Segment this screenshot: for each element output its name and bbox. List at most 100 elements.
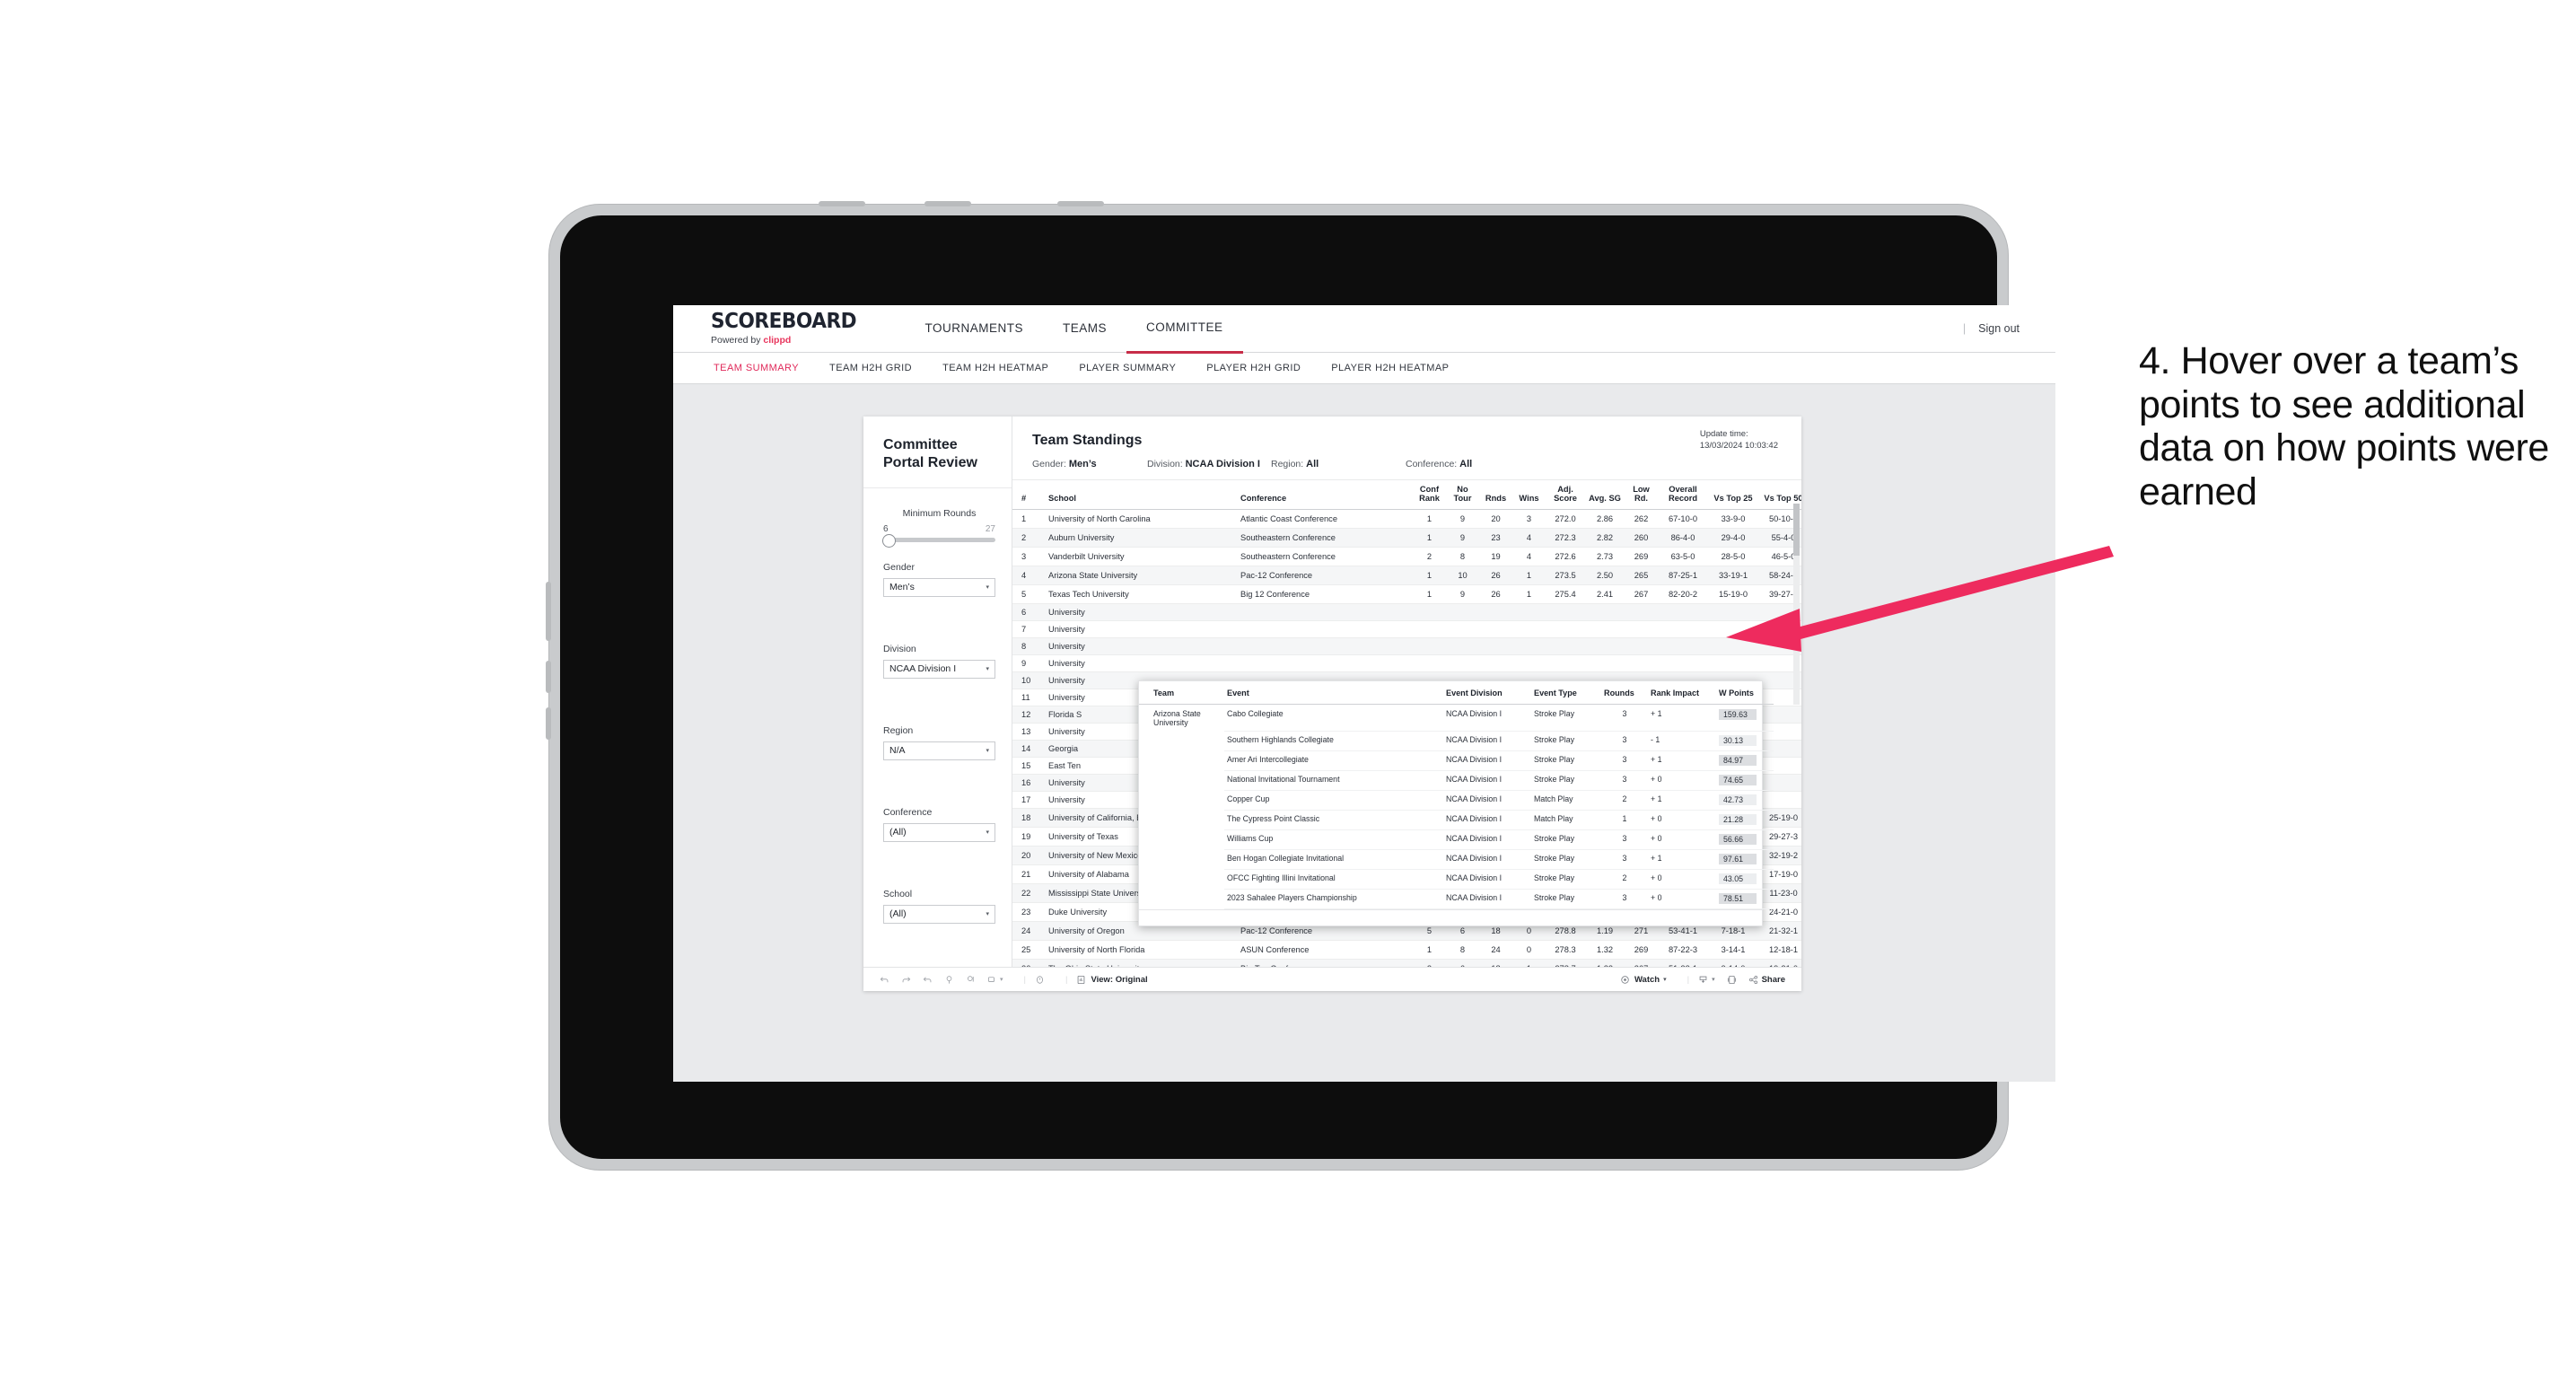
gender-select[interactable]: Men’s ▾ [883, 577, 995, 597]
cell-overall: 87-22-3 [1658, 940, 1708, 960]
device-layout-icon[interactable]: ▾ [987, 975, 1003, 985]
tooltip-row: The Cypress Point Classic NCAA Division I… [1139, 810, 1774, 830]
tab-team-h2h-grid[interactable]: TEAM H2H GRID [814, 363, 927, 373]
undo-icon[interactable] [880, 975, 889, 985]
tab-team-summary[interactable]: TEAM SUMMARY [698, 363, 814, 373]
cell-adj-score: 275.4 [1546, 584, 1585, 604]
cell-conf-rank [1413, 603, 1446, 621]
region-select[interactable]: N/A ▾ [883, 741, 995, 760]
tooltip-cell-team [1139, 750, 1224, 770]
cell-wins: 1 [1512, 584, 1546, 604]
table-row[interactable]: 4 Arizona State University Pac-12 Conferen… [1012, 566, 1801, 585]
brand-logo: SCOREBOARD Powered by clippd [711, 311, 866, 346]
toolbar-separator: | [1065, 974, 1068, 985]
tooltip-cell-type: Stroke Play [1531, 849, 1601, 870]
school-select[interactable]: (All) ▾ [883, 904, 995, 924]
w-points-badge: 30.13 [1719, 735, 1757, 746]
table-row[interactable]: 2 Auburn University Southeastern Conferenc… [1012, 528, 1801, 548]
col-avg-sg[interactable]: Avg. SG [1585, 480, 1625, 510]
tooltip-cell-rounds: 3 [1601, 829, 1648, 850]
col-overall-record[interactable]: Overall Record [1658, 480, 1708, 510]
cell-overall: 51-23-1 [1658, 959, 1708, 967]
table-row[interactable]: 8 University [1012, 637, 1801, 655]
tooltip-cell-team [1139, 869, 1224, 889]
col-adj-score[interactable]: Adj. Score [1546, 480, 1585, 510]
refresh-icon[interactable] [944, 975, 954, 985]
table-row[interactable]: 9 University [1012, 654, 1801, 672]
cell-rank: 24 [1012, 921, 1047, 941]
tooltip-cell-type: Stroke Play [1531, 750, 1601, 771]
watch-button[interactable]: Watch ▾ [1620, 975, 1667, 985]
w-points-badge: 84.97 [1719, 755, 1757, 766]
fullscreen-icon[interactable] [1727, 975, 1737, 985]
redo-icon[interactable] [901, 975, 911, 985]
cell-rank: 8 [1012, 637, 1047, 655]
cell-no-tour: 8 [1446, 940, 1479, 960]
clippd-label: clippd [763, 334, 792, 346]
col-school[interactable]: School [1047, 480, 1239, 510]
cell-conference [1239, 603, 1413, 621]
col-low-rd[interactable]: Low Rd. [1625, 480, 1658, 510]
table-row[interactable]: 5 Texas Tech University Big 12 Conference 1… [1012, 584, 1801, 604]
chevron-down-icon: ▾ [1712, 977, 1715, 983]
history-icon[interactable] [1035, 975, 1045, 985]
tooltip-cell-team: Arizona State University [1153, 708, 1201, 727]
table-row[interactable]: 6 University [1012, 603, 1801, 621]
tooltip-cell-rounds: 3 [1601, 731, 1648, 751]
share-button[interactable]: Share [1748, 975, 1785, 985]
col-rnds[interactable]: Rnds [1479, 480, 1512, 510]
col-no-tour[interactable]: No Tour [1446, 480, 1479, 510]
nav-item-teams[interactable]: TEAMS [1043, 305, 1126, 352]
cell-no-tour: 9 [1446, 584, 1479, 604]
table-row[interactable]: 25 University of North Florida ASUN Confer… [1012, 940, 1801, 960]
dashboard-canvas: Committee Portal Review Minimum Rounds 6… [673, 384, 2055, 1082]
minimum-rounds-label: Minimum Rounds [902, 507, 977, 519]
revert-icon[interactable] [923, 975, 933, 985]
cell-overall [1658, 654, 1708, 672]
toolbar-right-group: Watch ▾ | ▾ Share [1620, 975, 1785, 985]
tooltip-cell-wpoints: 43.05 [1716, 869, 1774, 890]
cell-conference: Atlantic Coast Conference [1239, 509, 1413, 529]
tab-player-h2h-heatmap[interactable]: PLAYER H2H HEATMAP [1316, 363, 1464, 373]
tab-player-h2h-grid[interactable]: PLAYER H2H GRID [1191, 363, 1316, 373]
tooltip-cell-rounds: 1 [1601, 810, 1648, 830]
col-conf-rank[interactable]: Conf Rank [1413, 480, 1446, 510]
table-row[interactable]: 7 University [1012, 620, 1801, 638]
division-select[interactable]: NCAA Division I ▾ [883, 659, 995, 679]
tooltip-cell-impact: + 1 [1648, 750, 1716, 771]
tooltip-cell-event: Copper Cup [1224, 790, 1443, 811]
cell-conf-rank [1413, 620, 1446, 638]
pause-icon[interactable] [966, 975, 976, 985]
col-wins[interactable]: Wins [1512, 480, 1546, 510]
col-rank[interactable]: # [1012, 480, 1047, 510]
col-conference[interactable]: Conference [1239, 480, 1413, 510]
table-row[interactable]: 3 Vanderbilt University Southeastern Confe… [1012, 547, 1801, 566]
download-icon[interactable]: ▾ [1698, 975, 1715, 985]
tooltip-table-header: Team Event Event Division Event Type Rou… [1139, 681, 1774, 705]
table-row[interactable]: 26The Ohio State UniversityBig Ten Confe… [1012, 959, 1801, 967]
minimum-rounds-slider-handle[interactable] [882, 533, 896, 548]
table-row[interactable]: 1 University of North Carolina Atlantic Co… [1012, 509, 1801, 529]
sign-out-link[interactable]: Sign out [1978, 322, 2020, 335]
view-original-button[interactable]: View: Original [1076, 974, 1148, 985]
chevron-down-icon: ▾ [986, 829, 989, 837]
minimum-rounds-slider[interactable] [882, 533, 995, 548]
view-original-label: View: Original [1091, 974, 1148, 985]
cell-rnds: 19 [1479, 547, 1512, 566]
toolbar-separator: | [1687, 974, 1690, 985]
cell-wins: 1 [1512, 959, 1546, 967]
tcol-rounds: Rounds [1601, 681, 1648, 705]
cell-school: The Ohio State University [1047, 959, 1239, 967]
tab-player-summary[interactable]: PLAYER SUMMARY [1064, 363, 1191, 373]
cell-conference: Pac-12 Conference [1239, 566, 1413, 585]
cell-low-rd: 269 [1625, 940, 1658, 960]
cell-wins [1512, 620, 1546, 638]
cell-rank: 5 [1012, 584, 1047, 604]
tcol-rank-impact: Rank Impact [1648, 681, 1716, 705]
cell-vs25 [1708, 654, 1758, 672]
col-vs-top-25[interactable]: Vs Top 25 [1708, 480, 1758, 510]
nav-item-committee[interactable]: COMMITTEE [1126, 305, 1243, 354]
conference-select[interactable]: (All) ▾ [883, 822, 995, 842]
nav-item-tournaments[interactable]: TOURNAMENTS [906, 305, 1044, 352]
tab-team-h2h-heatmap[interactable]: TEAM H2H HEATMAP [927, 363, 1064, 373]
